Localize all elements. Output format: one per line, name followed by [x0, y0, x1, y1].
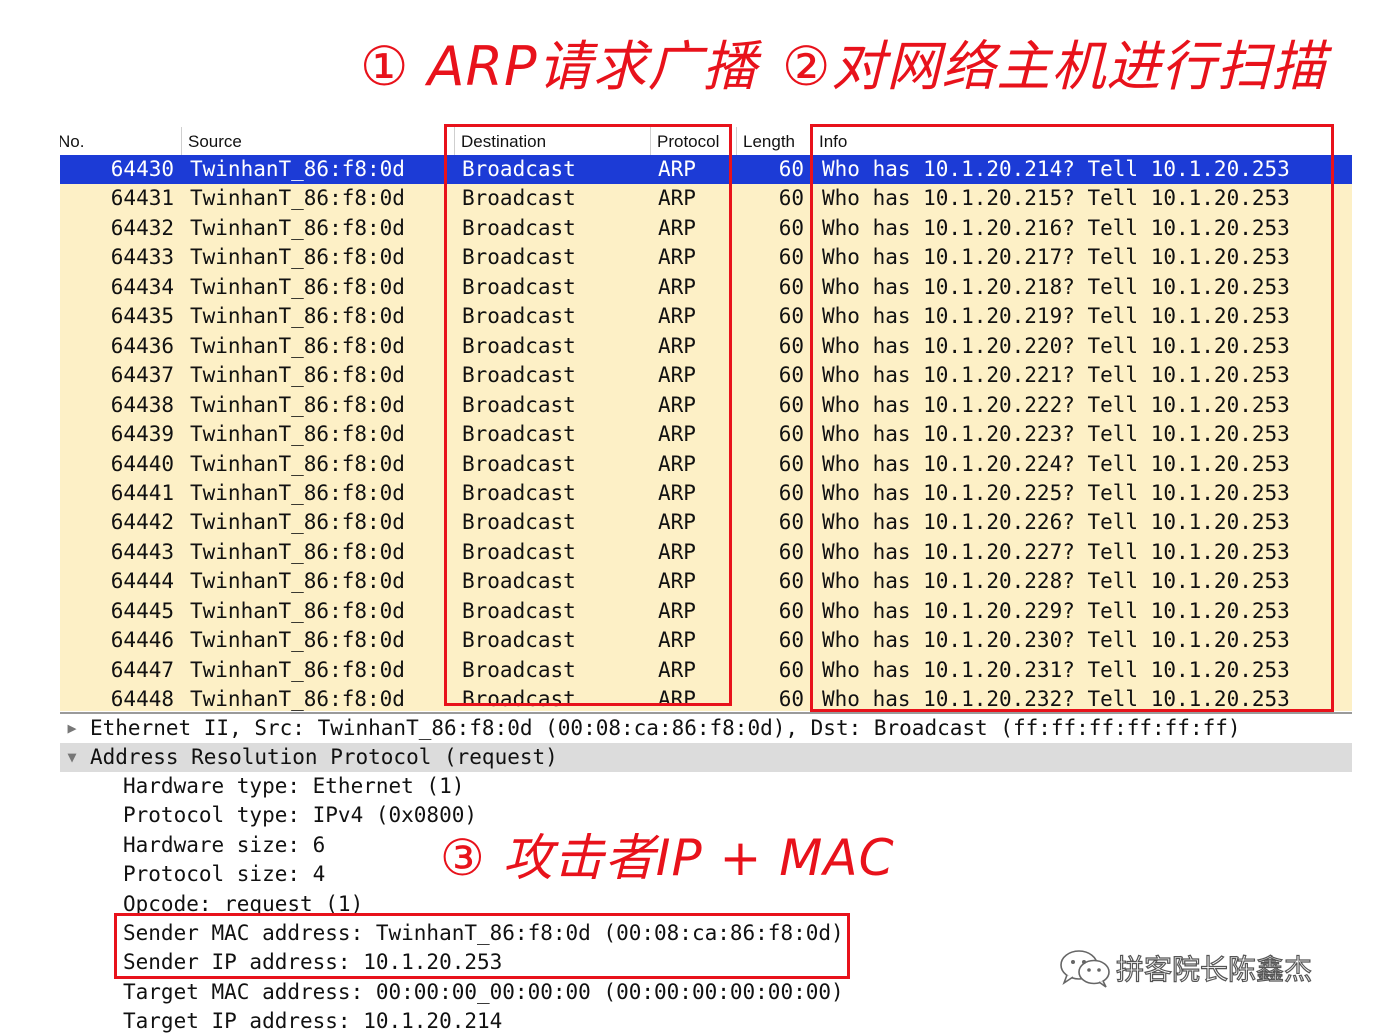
packet-length: 60	[778, 392, 804, 417]
packet-source: TwinhanT_86:f8:0d	[190, 451, 405, 476]
packet-length: 60	[778, 274, 804, 299]
arp-field-text: Hardware size: 6	[123, 832, 326, 857]
detail-ethernet-text: Ethernet II, Src: TwinhanT_86:f8:0d (00:…	[90, 716, 1241, 740]
packet-no: 64434	[110, 274, 174, 299]
packet-source: TwinhanT_86:f8:0d	[190, 687, 405, 711]
packet-no: 64430	[110, 157, 174, 181]
packet-length: 60	[778, 157, 804, 181]
packet-length: 60	[778, 687, 804, 711]
packet-no: 64443	[110, 539, 174, 564]
packet-length: 60	[778, 657, 804, 682]
annotation-network-scan: ②对网络主机进行扫描	[782, 35, 1327, 98]
packet-source: TwinhanT_86:f8:0d	[190, 363, 405, 388]
packet-no: 64436	[110, 333, 174, 358]
packet-source: TwinhanT_86:f8:0d	[190, 392, 405, 417]
packet-no: 64447	[110, 657, 174, 682]
packet-source: TwinhanT_86:f8:0d	[190, 598, 405, 623]
packet-no: 64437	[110, 363, 174, 388]
arp-field[interactable]: Target IP address: 10.1.20.214	[60, 1007, 1352, 1036]
packet-length: 60	[778, 480, 804, 505]
packet-no: 64444	[110, 569, 174, 594]
highlight-box-info	[810, 124, 1334, 712]
packet-source: TwinhanT_86:f8:0d	[190, 157, 405, 181]
packet-length: 60	[778, 510, 804, 535]
column-header-no[interactable]: No.	[60, 127, 180, 155]
packet-length: 60	[778, 539, 804, 564]
arp-field[interactable]: Hardware type: Ethernet (1)	[60, 772, 1352, 801]
packet-length: 60	[778, 363, 804, 388]
packet-source: TwinhanT_86:f8:0d	[190, 539, 405, 564]
packet-source: TwinhanT_86:f8:0d	[190, 333, 405, 358]
packet-source: TwinhanT_86:f8:0d	[190, 215, 405, 240]
annotation-arp-broadcast: ① ARP请求广播	[360, 35, 758, 98]
arp-field-text: Target IP address: 10.1.20.214	[123, 1009, 503, 1034]
packet-source: TwinhanT_86:f8:0d	[190, 510, 405, 535]
arp-field-text: Protocol type: IPv4 (0x0800)	[123, 803, 478, 828]
packet-source: TwinhanT_86:f8:0d	[190, 480, 405, 505]
detail-ethernet[interactable]: ▶ Ethernet II, Src: TwinhanT_86:f8:0d (0…	[60, 714, 1352, 743]
packet-length: 60	[778, 569, 804, 594]
packet-length: 60	[778, 215, 804, 240]
packet-no: 64433	[110, 245, 174, 270]
packet-no: 64438	[110, 392, 174, 417]
collapse-triangle-icon[interactable]: ▼	[62, 743, 82, 772]
packet-length: 60	[778, 628, 804, 653]
packet-no: 64446	[110, 628, 174, 653]
detail-arp-text: Address Resolution Protocol (request)	[90, 745, 558, 769]
arp-field-text: Target MAC address: 00:00:00_00:00:00 (0…	[123, 979, 844, 1004]
packet-no: 64435	[110, 304, 174, 329]
packet-source: TwinhanT_86:f8:0d	[190, 186, 405, 211]
expand-triangle-icon[interactable]: ▶	[62, 714, 82, 743]
packet-source: TwinhanT_86:f8:0d	[190, 245, 405, 270]
packet-length: 60	[778, 451, 804, 476]
packet-length: 60	[778, 304, 804, 329]
packet-length: 60	[778, 333, 804, 358]
packet-source: TwinhanT_86:f8:0d	[190, 628, 405, 653]
arp-field-text: Hardware type: Ethernet (1)	[123, 774, 465, 798]
watermark-text: 拼客院长陈鑫杰	[1115, 952, 1313, 986]
packet-no: 64448	[110, 687, 174, 711]
packet-source: TwinhanT_86:f8:0d	[190, 657, 405, 682]
wechat-icon	[1060, 950, 1110, 988]
packet-no: 64440	[110, 451, 174, 476]
column-header-length[interactable]: Length	[736, 127, 810, 155]
packet-length: 60	[778, 422, 804, 447]
packet-source: TwinhanT_86:f8:0d	[190, 422, 405, 447]
packet-no: 64432	[110, 215, 174, 240]
detail-arp[interactable]: ▼ Address Resolution Protocol (request)	[60, 743, 1352, 772]
column-header-source[interactable]: Source	[181, 127, 447, 155]
highlight-box-sender	[114, 913, 850, 979]
packet-no: 64441	[110, 480, 174, 505]
annotation-attacker-ip-mac: ③ 攻击者IP + MAC	[440, 829, 895, 887]
watermark: 拼客院长陈鑫杰	[1058, 946, 1313, 990]
packet-no: 64445	[110, 598, 174, 623]
packet-no: 64431	[110, 186, 174, 211]
arp-field-text: Protocol size: 4	[123, 862, 326, 887]
packet-no: 64439	[110, 422, 174, 447]
packet-source: TwinhanT_86:f8:0d	[190, 569, 405, 594]
packet-source: TwinhanT_86:f8:0d	[190, 304, 405, 329]
highlight-box-destination-protocol	[444, 124, 732, 706]
packet-length: 60	[778, 598, 804, 623]
packet-no: 64442	[110, 510, 174, 535]
packet-length: 60	[778, 245, 804, 270]
packet-length: 60	[778, 186, 804, 211]
packet-source: TwinhanT_86:f8:0d	[190, 274, 405, 299]
